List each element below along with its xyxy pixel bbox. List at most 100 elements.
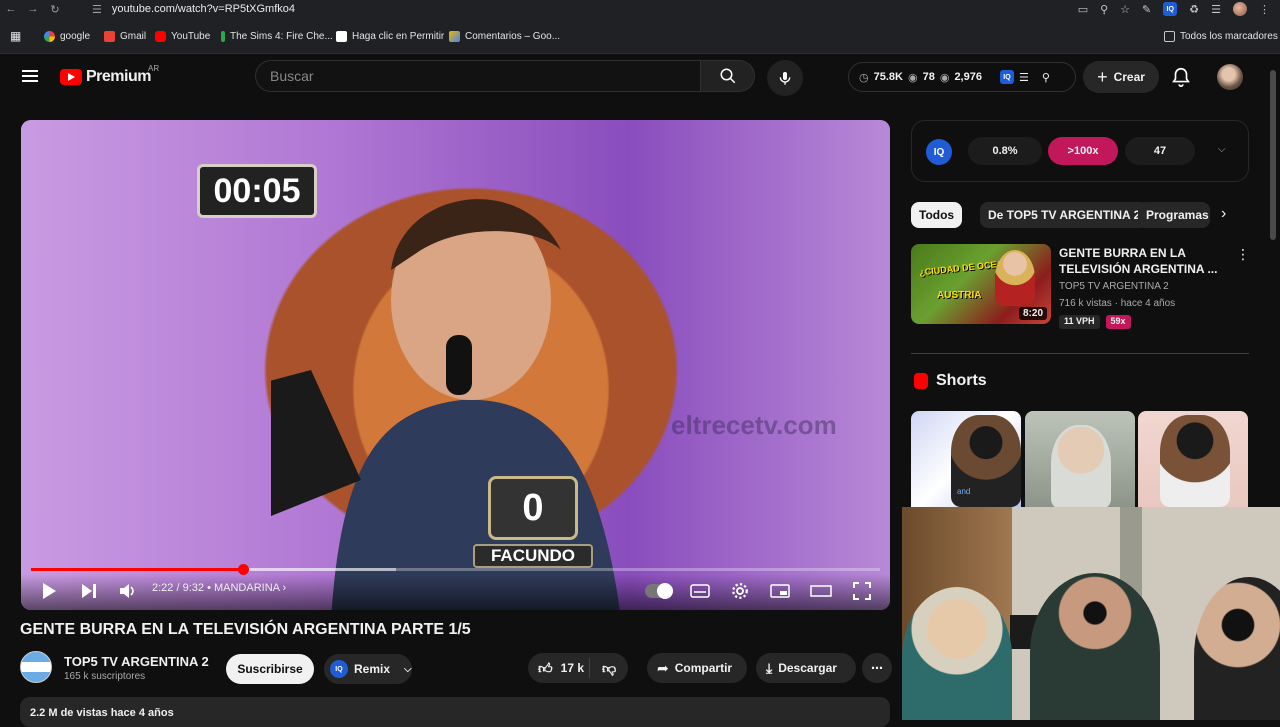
recommended-channel[interactable]: TOP5 TV ARGENTINA 2 bbox=[1059, 281, 1169, 292]
all-bookmarks-folder[interactable]: Todos los marcadores bbox=[1164, 29, 1278, 43]
iq-stat-1: 0.8% bbox=[968, 137, 1042, 165]
channel-avatar[interactable] bbox=[20, 651, 52, 683]
volume-button[interactable] bbox=[118, 580, 138, 602]
iq-icon[interactable]: IQ bbox=[999, 70, 1014, 84]
remix-button[interactable]: IQ Remix ⌵ bbox=[324, 654, 412, 684]
chip-programs[interactable]: Programas bbox=[1138, 202, 1210, 228]
menu-kebab-icon[interactable]: ⋮ bbox=[1259, 3, 1270, 16]
address-bar[interactable]: ☰ youtube.com/watch?v=RP5tXGmfko4 bbox=[92, 1, 1092, 17]
notifications-bell-icon[interactable] bbox=[1170, 66, 1192, 88]
zoom-icon[interactable]: ⚲ bbox=[1100, 3, 1108, 16]
subscribe-button[interactable]: Suscribirse bbox=[226, 654, 314, 684]
browser-toolbar: ← → ↻ ☰ youtube.com/watch?v=RP5tXGmfko4 … bbox=[0, 0, 1280, 18]
theater-mode-button[interactable] bbox=[810, 580, 832, 602]
trophy-icon[interactable]: ⚲ bbox=[1042, 71, 1050, 84]
back-icon[interactable]: ← bbox=[0, 3, 22, 15]
iq-logo-icon[interactable]: IQ bbox=[926, 139, 952, 165]
share-button[interactable]: ➦ Compartir bbox=[647, 653, 747, 683]
description-box[interactable]: 2.2 M de vistas hace 4 años bbox=[20, 697, 890, 727]
settings-button[interactable] bbox=[729, 580, 751, 602]
bookmark-sims[interactable]: The Sims 4: Fire Che... bbox=[221, 29, 333, 43]
profile-avatar[interactable] bbox=[1233, 2, 1247, 16]
bookmark-comentarios[interactable]: Comentarios – Goo... bbox=[449, 29, 560, 43]
video-player[interactable]: 00:05 0 FACUNDO eltrecetv.com 2:22 / 9:3… bbox=[21, 120, 890, 610]
gear-icon bbox=[732, 583, 748, 599]
theater-icon bbox=[810, 585, 832, 597]
countdown-overlay: 00:05 bbox=[197, 164, 317, 218]
dislike-button[interactable]: 👎︎ bbox=[590, 660, 616, 677]
subtitles-icon bbox=[690, 584, 710, 598]
chevron-down-icon: ⌵ bbox=[404, 663, 412, 675]
short-thumbnail-2[interactable] bbox=[1025, 411, 1135, 507]
reload-icon[interactable]: ↻ bbox=[44, 3, 66, 16]
like-button[interactable]: 👍︎ 17 k bbox=[528, 658, 590, 678]
channel-name[interactable]: TOP5 TV ARGENTINA 2 bbox=[64, 654, 209, 669]
person-center bbox=[1030, 573, 1160, 720]
chip-all[interactable]: Todos bbox=[911, 202, 963, 228]
download-button[interactable]: ⤓ Descargar bbox=[756, 653, 856, 683]
remix-label: Remix bbox=[354, 662, 391, 676]
pen-icon[interactable]: ✎ bbox=[1142, 3, 1151, 16]
account-avatar[interactable] bbox=[1217, 64, 1243, 90]
clock-icon: ◷ bbox=[859, 71, 869, 84]
stat-likes: 78 bbox=[922, 71, 935, 83]
menu-icon[interactable] bbox=[22, 70, 38, 82]
chip-from-channel[interactable]: De TOP5 TV ARGENTINA 2 bbox=[980, 202, 1149, 228]
recommended-thumbnail[interactable]: ¿CIUDAD DE OCEANÍA? AUSTRIA 8:20 bbox=[911, 244, 1051, 324]
youtube-logo[interactable]: Premium AR bbox=[60, 64, 159, 86]
extensions-icon[interactable]: ♻ bbox=[1189, 3, 1199, 16]
play-button[interactable] bbox=[39, 580, 59, 602]
bookmark-permitir[interactable]: Haga clic en Permitir bbox=[336, 29, 444, 43]
chevron-right-icon[interactable]: › bbox=[1221, 205, 1226, 223]
youtube-icon bbox=[155, 30, 166, 42]
divider bbox=[911, 353, 1249, 354]
progress-bar[interactable] bbox=[31, 564, 880, 575]
contestant-name-overlay: FACUNDO bbox=[473, 544, 593, 568]
played-bar bbox=[31, 568, 244, 571]
apps-grid-icon[interactable]: ▦ bbox=[10, 29, 21, 43]
bookmark-gmail[interactable]: Gmail bbox=[104, 29, 146, 43]
thumb-person bbox=[995, 250, 1035, 306]
iq-stats-bar: IQ 0.8% >100x 47 ⌵ bbox=[911, 120, 1249, 182]
next-button[interactable] bbox=[79, 580, 99, 602]
forward-icon[interactable]: → bbox=[22, 3, 44, 15]
youtube-header: Premium AR ◷ 75.8K ◉ 78 ◉ 2,976 IQ ☰ ⚲ +… bbox=[0, 54, 1280, 100]
bookmark-google[interactable]: google bbox=[44, 29, 90, 43]
search-icon bbox=[720, 68, 735, 84]
chevron-down-icon[interactable]: ⌵ bbox=[1218, 144, 1226, 155]
create-button[interactable]: + Crear bbox=[1083, 61, 1159, 93]
chapter-title[interactable]: MANDARINA bbox=[214, 582, 279, 594]
download-label: Descargar bbox=[778, 661, 837, 675]
iq-extension-icon[interactable]: IQ bbox=[1163, 2, 1178, 16]
miniplayer-button[interactable] bbox=[769, 580, 791, 602]
more-vert-icon[interactable]: ⋮ bbox=[1236, 246, 1250, 263]
fullscreen-button[interactable] bbox=[851, 580, 873, 602]
video-stats-widget[interactable]: ◷ 75.8K ◉ 78 ◉ 2,976 IQ ☰ ⚲ bbox=[848, 62, 1076, 92]
share-icon: ➦ bbox=[657, 659, 669, 676]
search-input[interactable] bbox=[256, 61, 700, 91]
page-scrollbar[interactable] bbox=[1270, 70, 1276, 240]
list-icon[interactable]: ☰ bbox=[1019, 71, 1029, 84]
more-actions-button[interactable]: ⋯ bbox=[862, 653, 892, 683]
google-icon bbox=[44, 30, 55, 42]
reading-list-icon[interactable]: ☰ bbox=[1211, 3, 1221, 16]
voice-search-button[interactable] bbox=[767, 60, 803, 96]
vph-badges: 11 VPH 59x bbox=[1059, 315, 1131, 329]
bookmark-youtube[interactable]: YouTube bbox=[155, 29, 210, 43]
plus-icon: + bbox=[1097, 66, 1108, 87]
bookmark-star-icon[interactable]: ☆ bbox=[1120, 3, 1130, 16]
search-button[interactable] bbox=[701, 60, 755, 92]
short-thumbnail-3[interactable] bbox=[1138, 411, 1248, 507]
player-controls: 2:22 / 9:32 • MANDARINA › bbox=[21, 574, 890, 610]
subscriber-count: 165 k suscriptores bbox=[64, 671, 146, 682]
play-icon bbox=[43, 583, 56, 599]
multiplier-badge: 59x bbox=[1105, 315, 1131, 329]
chevron-right-icon: › bbox=[282, 582, 287, 594]
short-thumbnail-1[interactable]: and bbox=[911, 411, 1021, 507]
recommended-title[interactable]: GENTE BURRA EN LA TELEVISIÓN ARGENTINA .… bbox=[1059, 245, 1219, 277]
youtube-play-icon bbox=[60, 69, 82, 85]
site-info-icon[interactable]: ☰ bbox=[92, 3, 102, 16]
install-icon[interactable]: ▭ bbox=[1078, 3, 1088, 16]
autoplay-toggle[interactable] bbox=[645, 583, 673, 599]
subtitles-button[interactable] bbox=[689, 580, 711, 602]
